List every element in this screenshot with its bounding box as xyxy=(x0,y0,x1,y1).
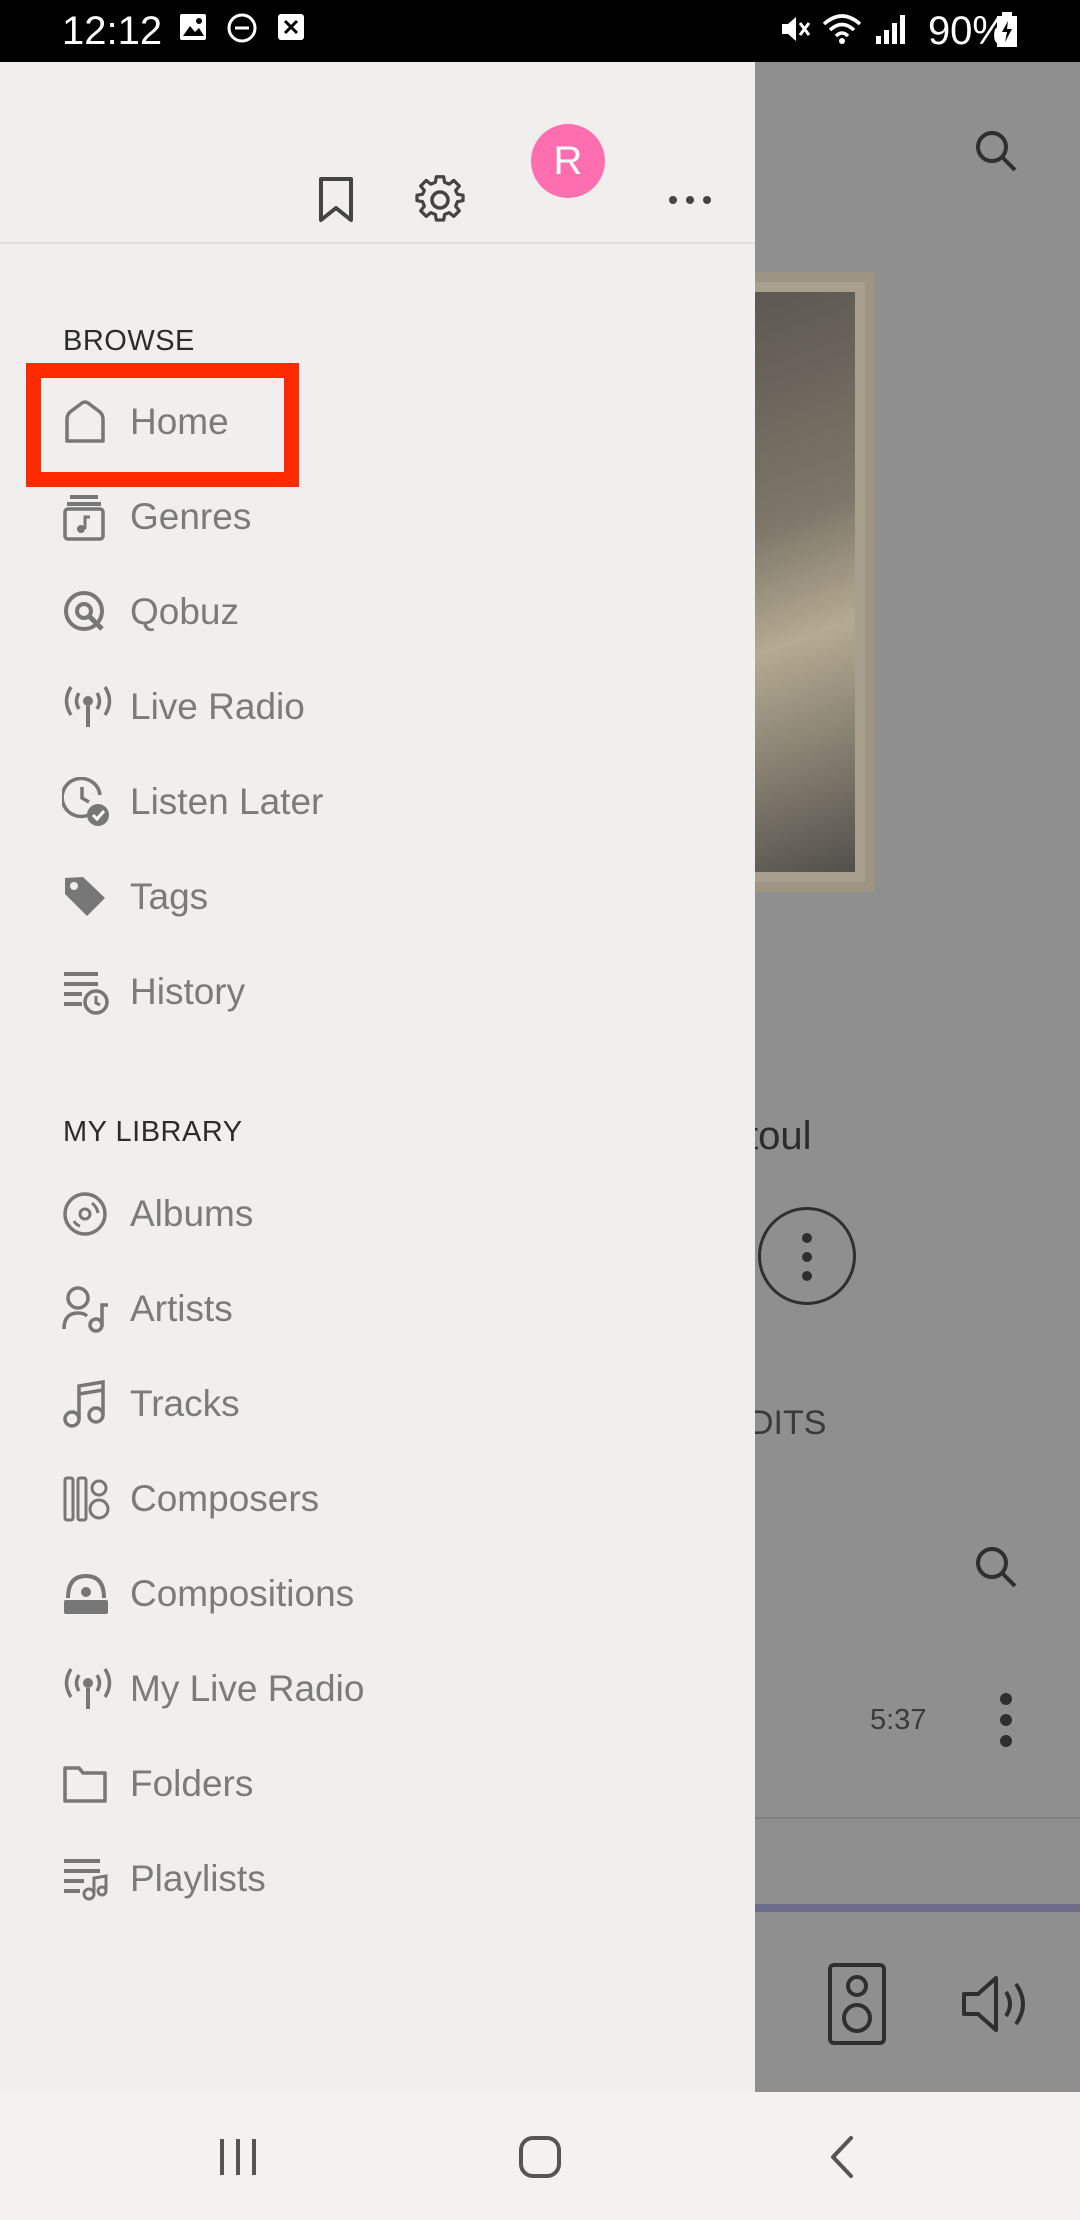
artist-icon xyxy=(40,1267,130,1351)
genres-icon xyxy=(40,475,130,559)
playlist-icon xyxy=(40,1837,130,1921)
nav-label-playlists: Playlists xyxy=(130,1858,266,1899)
nav-item-tags[interactable]: Tags xyxy=(40,855,720,939)
nav-label-folders: Folders xyxy=(130,1763,254,1804)
library-section-title: MY LIBRARY xyxy=(63,1116,243,1148)
notification-x-icon xyxy=(278,14,304,40)
qobuz-icon xyxy=(40,570,130,654)
volume-icon[interactable] xyxy=(960,1972,1040,2036)
music-note-icon xyxy=(40,1362,130,1446)
track-duration: 5:37 xyxy=(870,1704,927,1736)
recents-icon xyxy=(220,2139,256,2175)
nav-label-history: History xyxy=(130,971,246,1012)
nav-item-composers[interactable]: Composers xyxy=(40,1457,720,1541)
nav-label-genres: Genres xyxy=(130,496,252,537)
nav-label-live-radio: Live Radio xyxy=(130,686,305,727)
more-horizontal-icon xyxy=(669,196,711,204)
signal-icon xyxy=(876,15,905,44)
bookmark-button[interactable] xyxy=(298,162,374,238)
speaker-icon[interactable] xyxy=(827,1962,887,2046)
browse-section-title: BROWSE xyxy=(63,325,195,357)
more-vertical-icon xyxy=(802,1233,812,1281)
highlight-box xyxy=(26,363,299,487)
nav-label-qobuz: Qobuz xyxy=(130,591,240,632)
nav-label-compositions: Compositions xyxy=(130,1573,355,1614)
tag-icon xyxy=(40,855,130,939)
search-tracks-icon xyxy=(976,1547,1017,1588)
artist-name-fragment: toul xyxy=(755,1114,812,1158)
status-time: 12:12 xyxy=(62,9,163,53)
nav-item-genres[interactable]: Genres xyxy=(40,475,720,559)
image-notification-icon xyxy=(180,14,206,40)
background-app: toul DITS 5:37 xyxy=(755,62,1080,2092)
home-circle-icon xyxy=(519,2136,561,2178)
search-icon xyxy=(976,131,1017,172)
nav-item-my-live-radio[interactable]: My Live Radio xyxy=(40,1647,720,1731)
album-icon xyxy=(40,1172,130,1256)
nav-item-tracks[interactable]: Tracks xyxy=(40,1362,720,1446)
album-art xyxy=(755,272,875,892)
nav-item-qobuz[interactable]: Qobuz xyxy=(40,570,720,654)
composer-icon xyxy=(40,1457,130,1541)
dnd-icon xyxy=(227,13,257,43)
user-avatar[interactable]: R xyxy=(531,124,605,198)
nav-label-composers: Composers xyxy=(130,1478,320,1519)
nav-item-playlists[interactable]: Playlists xyxy=(40,1837,720,1921)
more-button[interactable] xyxy=(652,162,728,238)
nav-item-history[interactable]: History xyxy=(40,950,720,1034)
listen-later-icon xyxy=(40,760,130,844)
drawer-header: R xyxy=(0,62,755,244)
mute-icon xyxy=(782,17,811,41)
nav-label-albums: Albums xyxy=(130,1193,254,1234)
compositions-icon xyxy=(40,1552,130,1636)
nav-label-tags: Tags xyxy=(130,876,209,917)
more-options-button[interactable] xyxy=(758,1207,856,1305)
wifi-icon xyxy=(822,14,862,44)
nav-label-my-live-radio: My Live Radio xyxy=(130,1668,365,1709)
nav-item-live-radio[interactable]: Live Radio xyxy=(40,665,720,749)
track-more-icon[interactable] xyxy=(999,1692,1013,1748)
navigation-drawer: R BROWSE Home Genres Qobuz Live Radio Li… xyxy=(0,62,755,2092)
recents-button[interactable] xyxy=(198,2122,278,2192)
nav-label-tracks: Tracks xyxy=(130,1383,240,1424)
nav-item-artists[interactable]: Artists xyxy=(40,1267,720,1351)
history-icon xyxy=(40,950,130,1034)
settings-button[interactable] xyxy=(402,162,478,238)
credits-fragment: DITS xyxy=(755,1404,827,1442)
system-nav-bar xyxy=(0,2092,1080,2220)
nav-item-folders[interactable]: Folders xyxy=(40,1742,720,1826)
radio-icon xyxy=(40,665,130,749)
back-icon xyxy=(831,2136,853,2178)
nav-label-listen-later: Listen Later xyxy=(130,781,324,822)
nav-label-artists: Artists xyxy=(130,1288,233,1329)
bookmark-icon xyxy=(319,177,353,222)
nav-item-listen-later[interactable]: Listen Later xyxy=(40,760,720,844)
playback-progress[interactable] xyxy=(755,1904,1080,1912)
my-radio-icon xyxy=(40,1647,130,1731)
battery-icon xyxy=(997,12,1017,47)
gear-icon xyxy=(415,175,465,222)
divider xyxy=(755,1817,1080,1819)
status-bar: 12:12 90% xyxy=(0,0,1080,62)
nav-item-albums[interactable]: Albums xyxy=(40,1172,720,1256)
folder-icon xyxy=(40,1742,130,1826)
home-button[interactable] xyxy=(500,2122,580,2192)
back-button[interactable] xyxy=(802,2122,882,2192)
nav-item-compositions[interactable]: Compositions xyxy=(40,1552,720,1636)
